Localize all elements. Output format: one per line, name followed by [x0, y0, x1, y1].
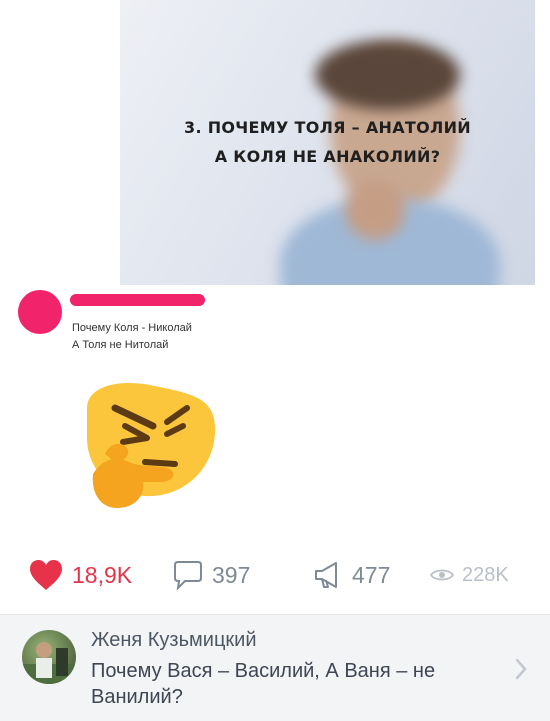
- comment-button[interactable]: 397: [172, 555, 250, 595]
- view-count: 228K: [462, 563, 509, 586]
- megaphone-icon: [315, 562, 337, 588]
- eye-icon: [430, 569, 454, 581]
- like-button[interactable]: 18,9K: [28, 555, 132, 595]
- redacted-username: [70, 294, 205, 306]
- views-counter: 228K: [430, 555, 509, 595]
- comment-count: 397: [212, 561, 251, 588]
- repost-button[interactable]: 477: [312, 555, 390, 595]
- like-count: 18,9K: [72, 561, 133, 588]
- thinking-face-icon: [87, 382, 216, 508]
- post-stats: 18,9K 397 477 228K: [0, 555, 550, 595]
- top-comment-panel[interactable]: Женя Кузьмицкий Почему Вася – Василий, А…: [0, 614, 550, 721]
- meme-caption-line-1: 3. ПОЧЕМУ ТОЛЯ – АНАТОЛИЙ: [184, 118, 471, 137]
- reply-avatar[interactable]: [22, 630, 76, 684]
- heart-icon: [30, 560, 62, 590]
- meme-caption: 3. ПОЧЕМУ ТОЛЯ – АНАТОЛИЙ А КОЛЯ НЕ АНАК…: [120, 113, 535, 171]
- comment-icon: [174, 561, 202, 590]
- chevron-right-icon[interactable]: [514, 657, 528, 681]
- reply-author[interactable]: Женя Кузьмицкий: [91, 629, 257, 652]
- meme-image: 3. ПОЧЕМУ ТОЛЯ – АНАТОЛИЙ А КОЛЯ НЕ АНАК…: [120, 0, 535, 285]
- comment-avatar: [18, 290, 62, 334]
- comment-line-1: Почему Коля - Николай: [72, 322, 192, 334]
- comment-line-2: А Толя не Нитолай: [72, 339, 169, 351]
- meme-caption-line-2: А КОЛЯ НЕ АНАКОЛИЙ?: [214, 147, 441, 166]
- reply-text: Почему Вася – Василий, А Ваня – не Ванил…: [91, 660, 436, 708]
- repost-count: 477: [352, 561, 391, 588]
- comment-text: Почему Коля - Николай А Толя не Нитолай: [72, 320, 192, 354]
- avatar-photo-icon: [22, 642, 76, 684]
